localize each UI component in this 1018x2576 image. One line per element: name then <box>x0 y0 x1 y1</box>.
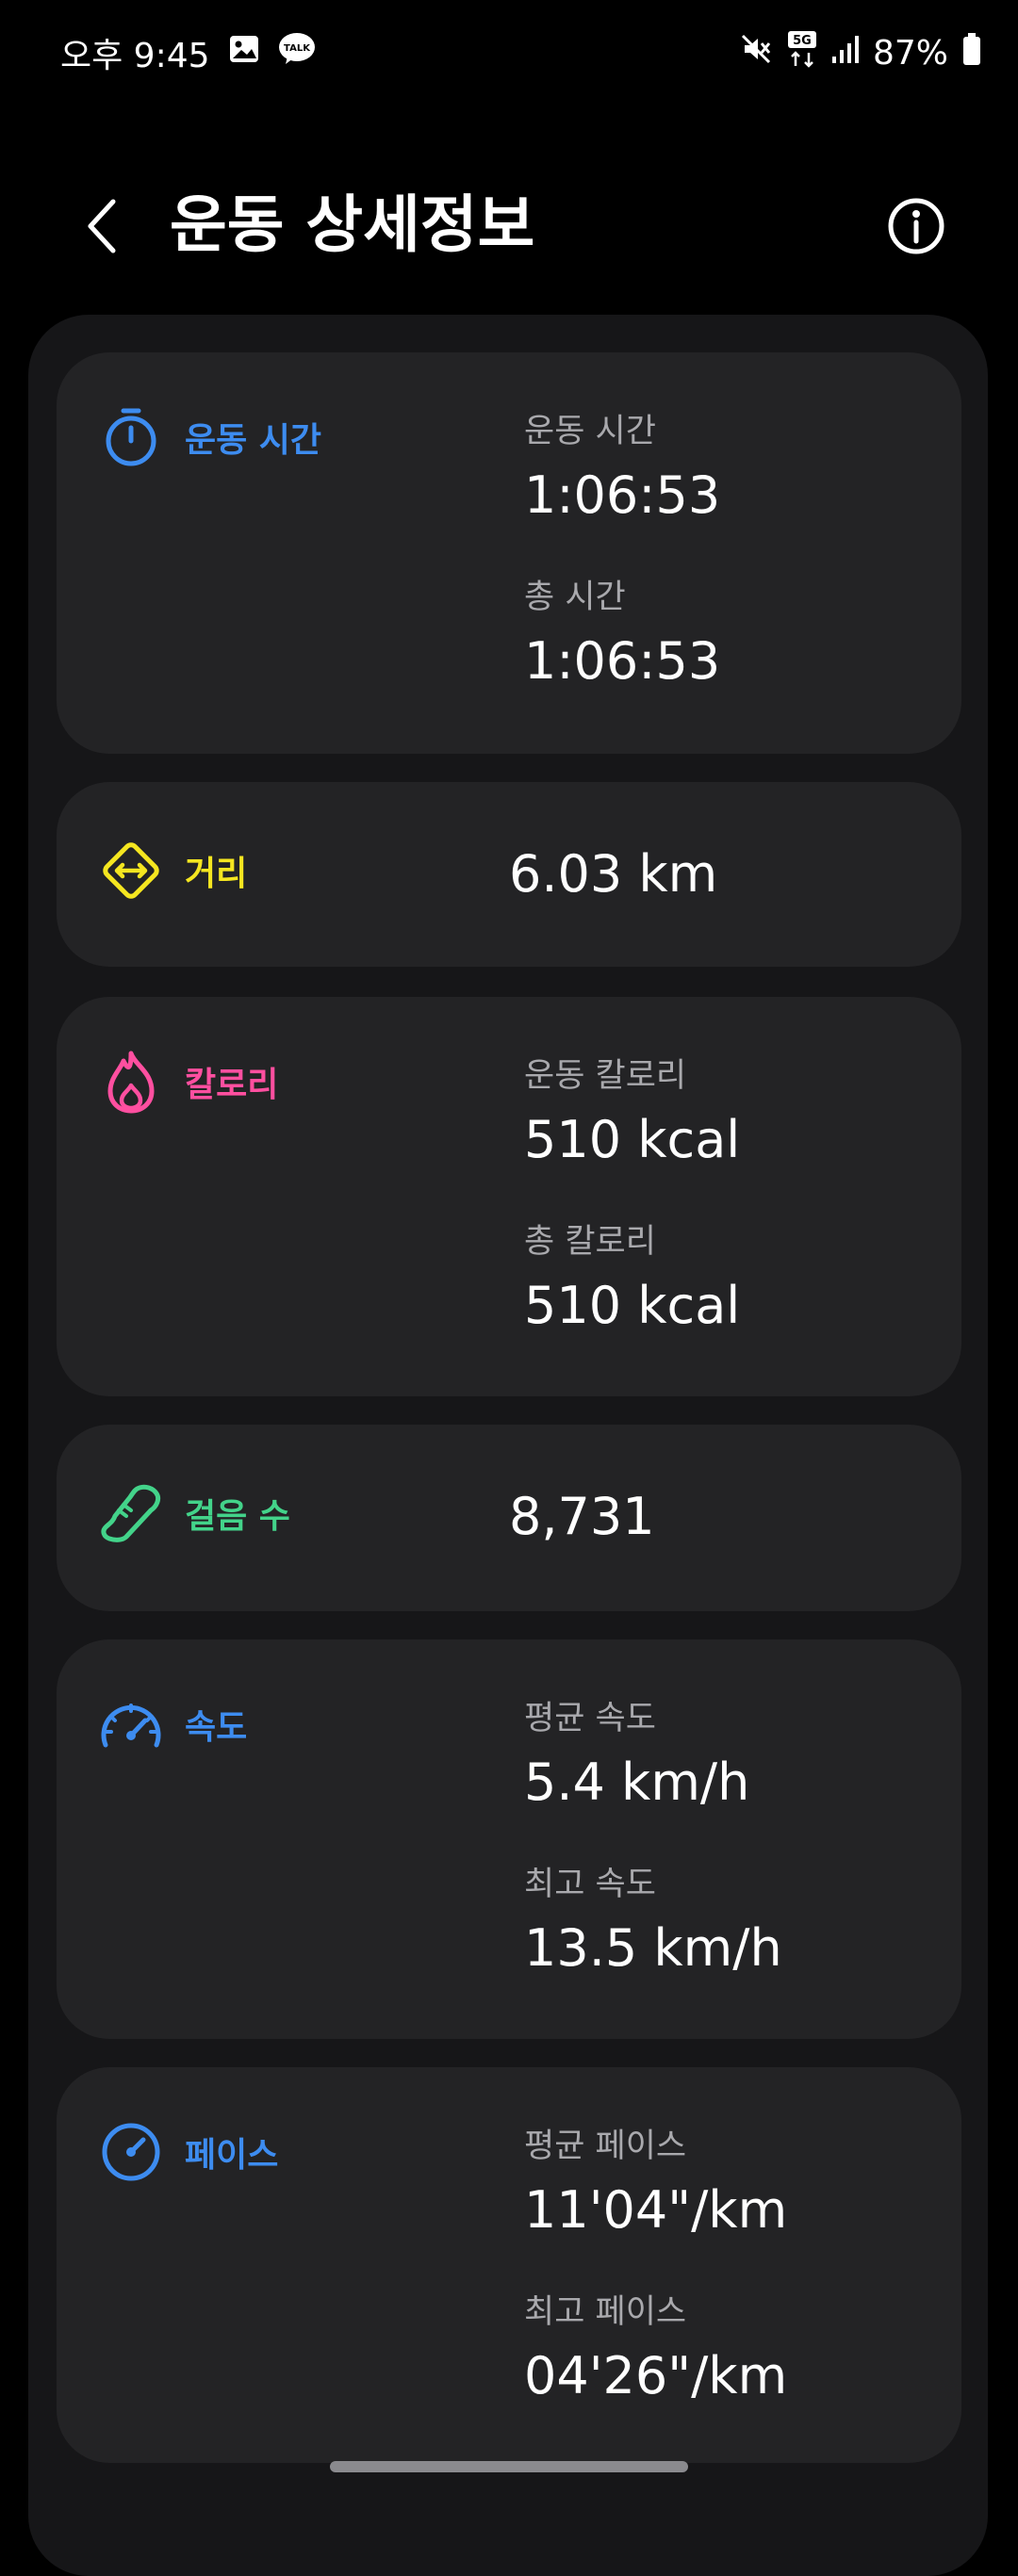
info-icon <box>888 198 944 254</box>
card-pace-label: 페이스 <box>185 2136 279 2175</box>
battery-percent: 87% <box>872 33 948 73</box>
speed-metrics: 평균 속도 5.4 km/h 최고 속도 13.5 km/h <box>524 1696 939 2028</box>
distance-value: 6.03 km <box>509 844 718 904</box>
metric-label: 총 시간 <box>524 579 626 616</box>
info-button[interactable] <box>880 190 952 262</box>
card-distance-label: 거리 <box>185 855 248 893</box>
card-speed[interactable]: 속도 평균 속도 5.4 km/h 최고 속도 13.5 km/h <box>57 1639 961 2039</box>
metric-label: 평균 속도 <box>524 1700 656 1737</box>
speedometer-icon <box>98 1691 164 1757</box>
card-calories-header: 칼로리 <box>98 1048 278 1116</box>
svg-text:TALK: TALK <box>284 43 311 54</box>
metric-label: 최고 페이스 <box>524 2293 687 2331</box>
card-duration-header: 운동 시간 <box>98 403 321 471</box>
pace-gauge-icon <box>98 2119 164 2185</box>
metric-value: 1:06:53 <box>524 465 721 525</box>
metric-value: 510 kcal <box>524 1110 741 1169</box>
card-distance-header: 거리 <box>98 837 247 905</box>
steps-value: 8,731 <box>509 1487 655 1546</box>
signal-icon <box>831 34 860 73</box>
back-button[interactable] <box>66 190 138 262</box>
metric-max-speed: 최고 속도 13.5 km/h <box>524 1862 939 2028</box>
metric-label: 평균 페이스 <box>524 2128 687 2165</box>
metric-total-time: 총 시간 1:06:53 <box>524 575 939 741</box>
status-left: 오후 9:45 TALK <box>60 30 316 75</box>
shoe-icon <box>98 1480 164 1546</box>
metric-average-speed: 평균 속도 5.4 km/h <box>524 1696 939 1862</box>
page-title: 운동 상세정보 <box>170 188 535 261</box>
card-calories[interactable]: 칼로리 운동 칼로리 510 kcal 총 칼로리 510 kcal <box>57 997 961 1396</box>
card-calories-label: 칼로리 <box>185 1066 279 1104</box>
card-speed-header: 속도 <box>98 1690 247 1758</box>
metric-value: 13.5 km/h <box>524 1918 782 1978</box>
metric-label: 최고 속도 <box>524 1866 656 1903</box>
kakaotalk-icon: TALK <box>278 32 316 74</box>
chevron-left-icon <box>88 199 116 253</box>
flame-icon <box>98 1049 164 1115</box>
metric-value: 04'26"/km <box>524 2346 788 2405</box>
mute-icon <box>739 32 773 74</box>
card-steps-header: 걸음 수 <box>98 1479 290 1547</box>
metric-label: 운동 칼로리 <box>524 1057 687 1095</box>
metric-label: 운동 시간 <box>524 413 656 450</box>
pace-metrics: 평균 페이스 11'04"/km 최고 페이스 04'26"/km <box>524 2124 939 2455</box>
metric-label: 총 칼로리 <box>524 1223 656 1261</box>
metric-value: 510 kcal <box>524 1276 741 1335</box>
network-label: 5G <box>793 34 812 48</box>
metric-workout-time: 운동 시간 1:06:53 <box>524 409 939 575</box>
status-time: 오후 9:45 <box>60 37 210 75</box>
metric-value: 11'04"/km <box>524 2180 788 2240</box>
card-pace-header: 페이스 <box>98 2118 278 2186</box>
card-steps-label: 걸음 수 <box>185 1497 290 1536</box>
status-right: 5G 87% <box>739 30 982 75</box>
card-distance[interactable]: 거리 6.03 km <box>57 782 961 967</box>
metric-average-pace: 평균 페이스 11'04"/km <box>524 2124 939 2290</box>
distance-diamond-icon <box>98 838 164 904</box>
metric-value: 1:06:53 <box>524 631 721 691</box>
duration-metrics: 운동 시간 1:06:53 총 시간 1:06:53 <box>524 409 939 741</box>
metric-total-calories: 총 칼로리 510 kcal <box>524 1219 939 1385</box>
card-pace[interactable]: 페이스 평균 페이스 11'04"/km 최고 페이스 04'26"/km <box>57 2067 961 2463</box>
stopwatch-icon <box>98 404 164 470</box>
app-bar: 운동 상세정보 <box>0 170 1018 283</box>
status-bar: 오후 9:45 TALK 5G 87% <box>0 0 1018 104</box>
network-5g-icon: 5G <box>786 30 818 76</box>
card-steps[interactable]: 걸음 수 8,731 <box>57 1425 961 1611</box>
home-gesture-bar[interactable] <box>330 2461 688 2472</box>
card-duration[interactable]: 운동 시간 운동 시간 1:06:53 총 시간 1:06:53 <box>57 352 961 754</box>
metric-value: 5.4 km/h <box>524 1753 750 1812</box>
metric-workout-calories: 운동 칼로리 510 kcal <box>524 1053 939 1219</box>
gallery-icon <box>227 32 261 74</box>
battery-icon <box>961 32 982 74</box>
calories-metrics: 운동 칼로리 510 kcal 총 칼로리 510 kcal <box>524 1053 939 1385</box>
metric-best-pace: 최고 페이스 04'26"/km <box>524 2290 939 2455</box>
card-duration-label: 운동 시간 <box>185 421 322 460</box>
card-speed-label: 속도 <box>185 1708 248 1747</box>
